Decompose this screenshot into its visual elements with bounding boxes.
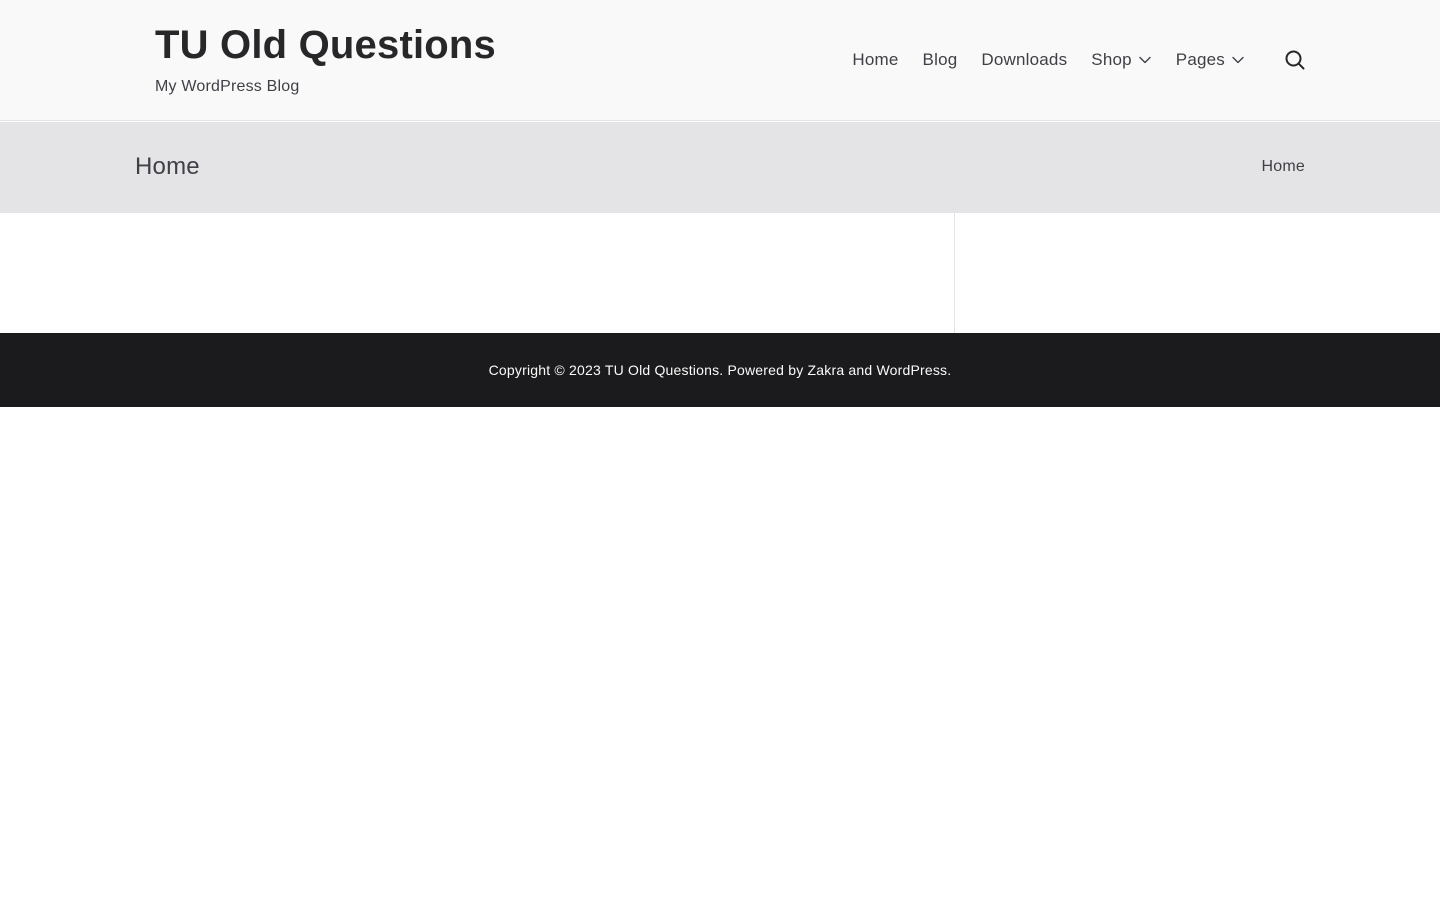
copyright-prefix: Copyright © 2023 [488,362,601,378]
site-tagline: My WordPress Blog [155,78,300,95]
nav-item-shop[interactable]: Shop [1091,49,1152,71]
chevron-down-icon[interactable] [1231,53,1245,67]
footer-copyright: Copyright © 2023 TU Old Questions. Power… [0,361,1440,379]
site-footer: Copyright © 2023 TU Old Questions. Power… [0,333,1440,407]
and-text: and [848,362,873,378]
nav-item-pages-label: Pages [1175,50,1225,69]
search-icon[interactable] [1284,49,1306,71]
breadcrumb: Home [1262,157,1305,177]
nav-item-home-label: Home [852,50,899,69]
nav-item-downloads[interactable]: Downloads [981,49,1067,71]
nav-item-blog-label: Blog [922,50,958,69]
footer-wordpress-link[interactable]: WordPress [876,362,947,378]
powered-by-text: . Powered by [719,362,804,378]
site-header: TU Old Questions My WordPress Blog Home … [0,0,1440,121]
breadcrumb-item-current: Home [1261,158,1305,175]
nav-item-shop-label: Shop [1091,50,1132,69]
site-branding: TU Old Questions My WordPress Blog [155,22,496,97]
nav-item-pages[interactable]: Pages [1176,49,1245,71]
page-header: Home Home [0,122,1440,213]
footer-site-link[interactable]: TU Old Questions [605,362,719,378]
content-area [0,213,1440,333]
nav-item-downloads-label: Downloads [981,50,1068,69]
primary-navigation: Home Blog Downloads Shop Pages [852,48,1245,72]
chevron-down-icon[interactable] [1138,53,1152,67]
footer-end-text: . [947,362,952,378]
site-title-link[interactable]: TU Old Questions [155,22,496,68]
primary-content [0,213,955,333]
page-title: Home [135,153,200,180]
nav-item-home[interactable]: Home [852,49,898,71]
nav-item-blog[interactable]: Blog [923,49,958,71]
sidebar [955,213,1440,333]
footer-theme-link[interactable]: Zakra [808,362,845,378]
